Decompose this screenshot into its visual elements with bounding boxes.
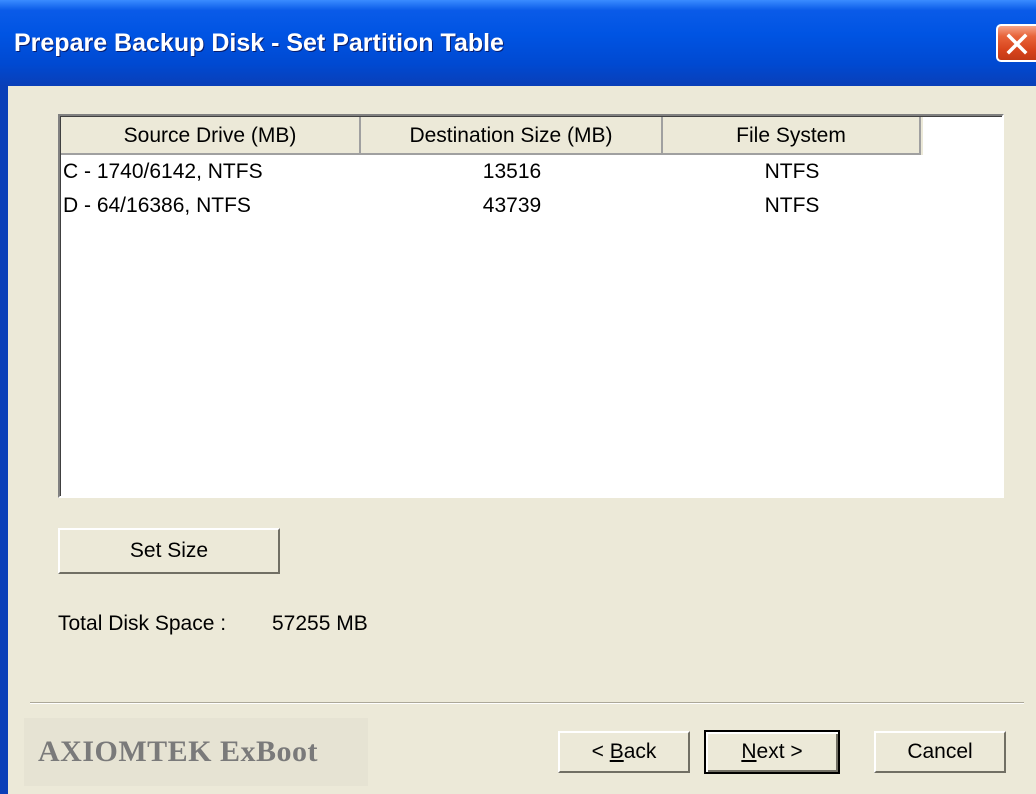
next-label-rest: ext > xyxy=(756,740,803,763)
window-frame-left xyxy=(0,86,8,794)
title-bar[interactable]: Prepare Backup Disk - Set Partition Tabl… xyxy=(0,0,1036,86)
cell-source-drive: D - 64/16386, NTFS xyxy=(63,194,251,217)
table-header: Source Drive (MB) Destination Size (MB) … xyxy=(61,117,1001,155)
back-mnemonic: B xyxy=(609,740,624,763)
set-size-button[interactable]: Set Size xyxy=(58,528,280,574)
cancel-button[interactable]: Cancel xyxy=(874,731,1006,773)
back-button[interactable]: < Back xyxy=(558,731,690,773)
table-row[interactable]: D - 64/16386, NTFS 43739 NTFS xyxy=(61,189,1001,223)
cell-file-system: NTFS xyxy=(764,160,820,183)
next-mnemonic: N xyxy=(741,740,757,763)
partition-table[interactable]: Source Drive (MB) Destination Size (MB) … xyxy=(58,114,1004,498)
next-button[interactable]: Next > xyxy=(704,730,840,774)
dialog-window: Prepare Backup Disk - Set Partition Tabl… xyxy=(0,0,1036,794)
cell-source-drive: C - 1740/6142, NTFS xyxy=(63,160,263,183)
column-header-source-drive[interactable]: Source Drive (MB) xyxy=(61,117,361,155)
cell-file-system: NTFS xyxy=(764,194,820,217)
cell-destination-size: 13516 xyxy=(482,160,542,183)
total-disk-space-value: 57255 MB xyxy=(272,612,368,635)
cell-destination-size: 43739 xyxy=(482,194,542,217)
table-row[interactable]: C - 1740/6142, NTFS 13516 NTFS xyxy=(61,155,1001,189)
dialog-body: Source Drive (MB) Destination Size (MB) … xyxy=(8,86,1036,794)
close-icon xyxy=(1006,33,1028,55)
column-header-destination-size[interactable]: Destination Size (MB) xyxy=(361,117,663,155)
column-header-filler xyxy=(923,117,1001,155)
window-title: Prepare Backup Disk - Set Partition Tabl… xyxy=(14,29,504,57)
close-button[interactable] xyxy=(996,24,1036,62)
separator xyxy=(30,702,1024,704)
back-label-rest: ack xyxy=(623,740,657,763)
total-disk-space-label: Total Disk Space : xyxy=(58,612,227,635)
column-header-file-system[interactable]: File System xyxy=(663,117,921,155)
back-prefix: < xyxy=(591,740,610,763)
brand-logo: AXIOMTEK ExBoot xyxy=(24,718,368,786)
